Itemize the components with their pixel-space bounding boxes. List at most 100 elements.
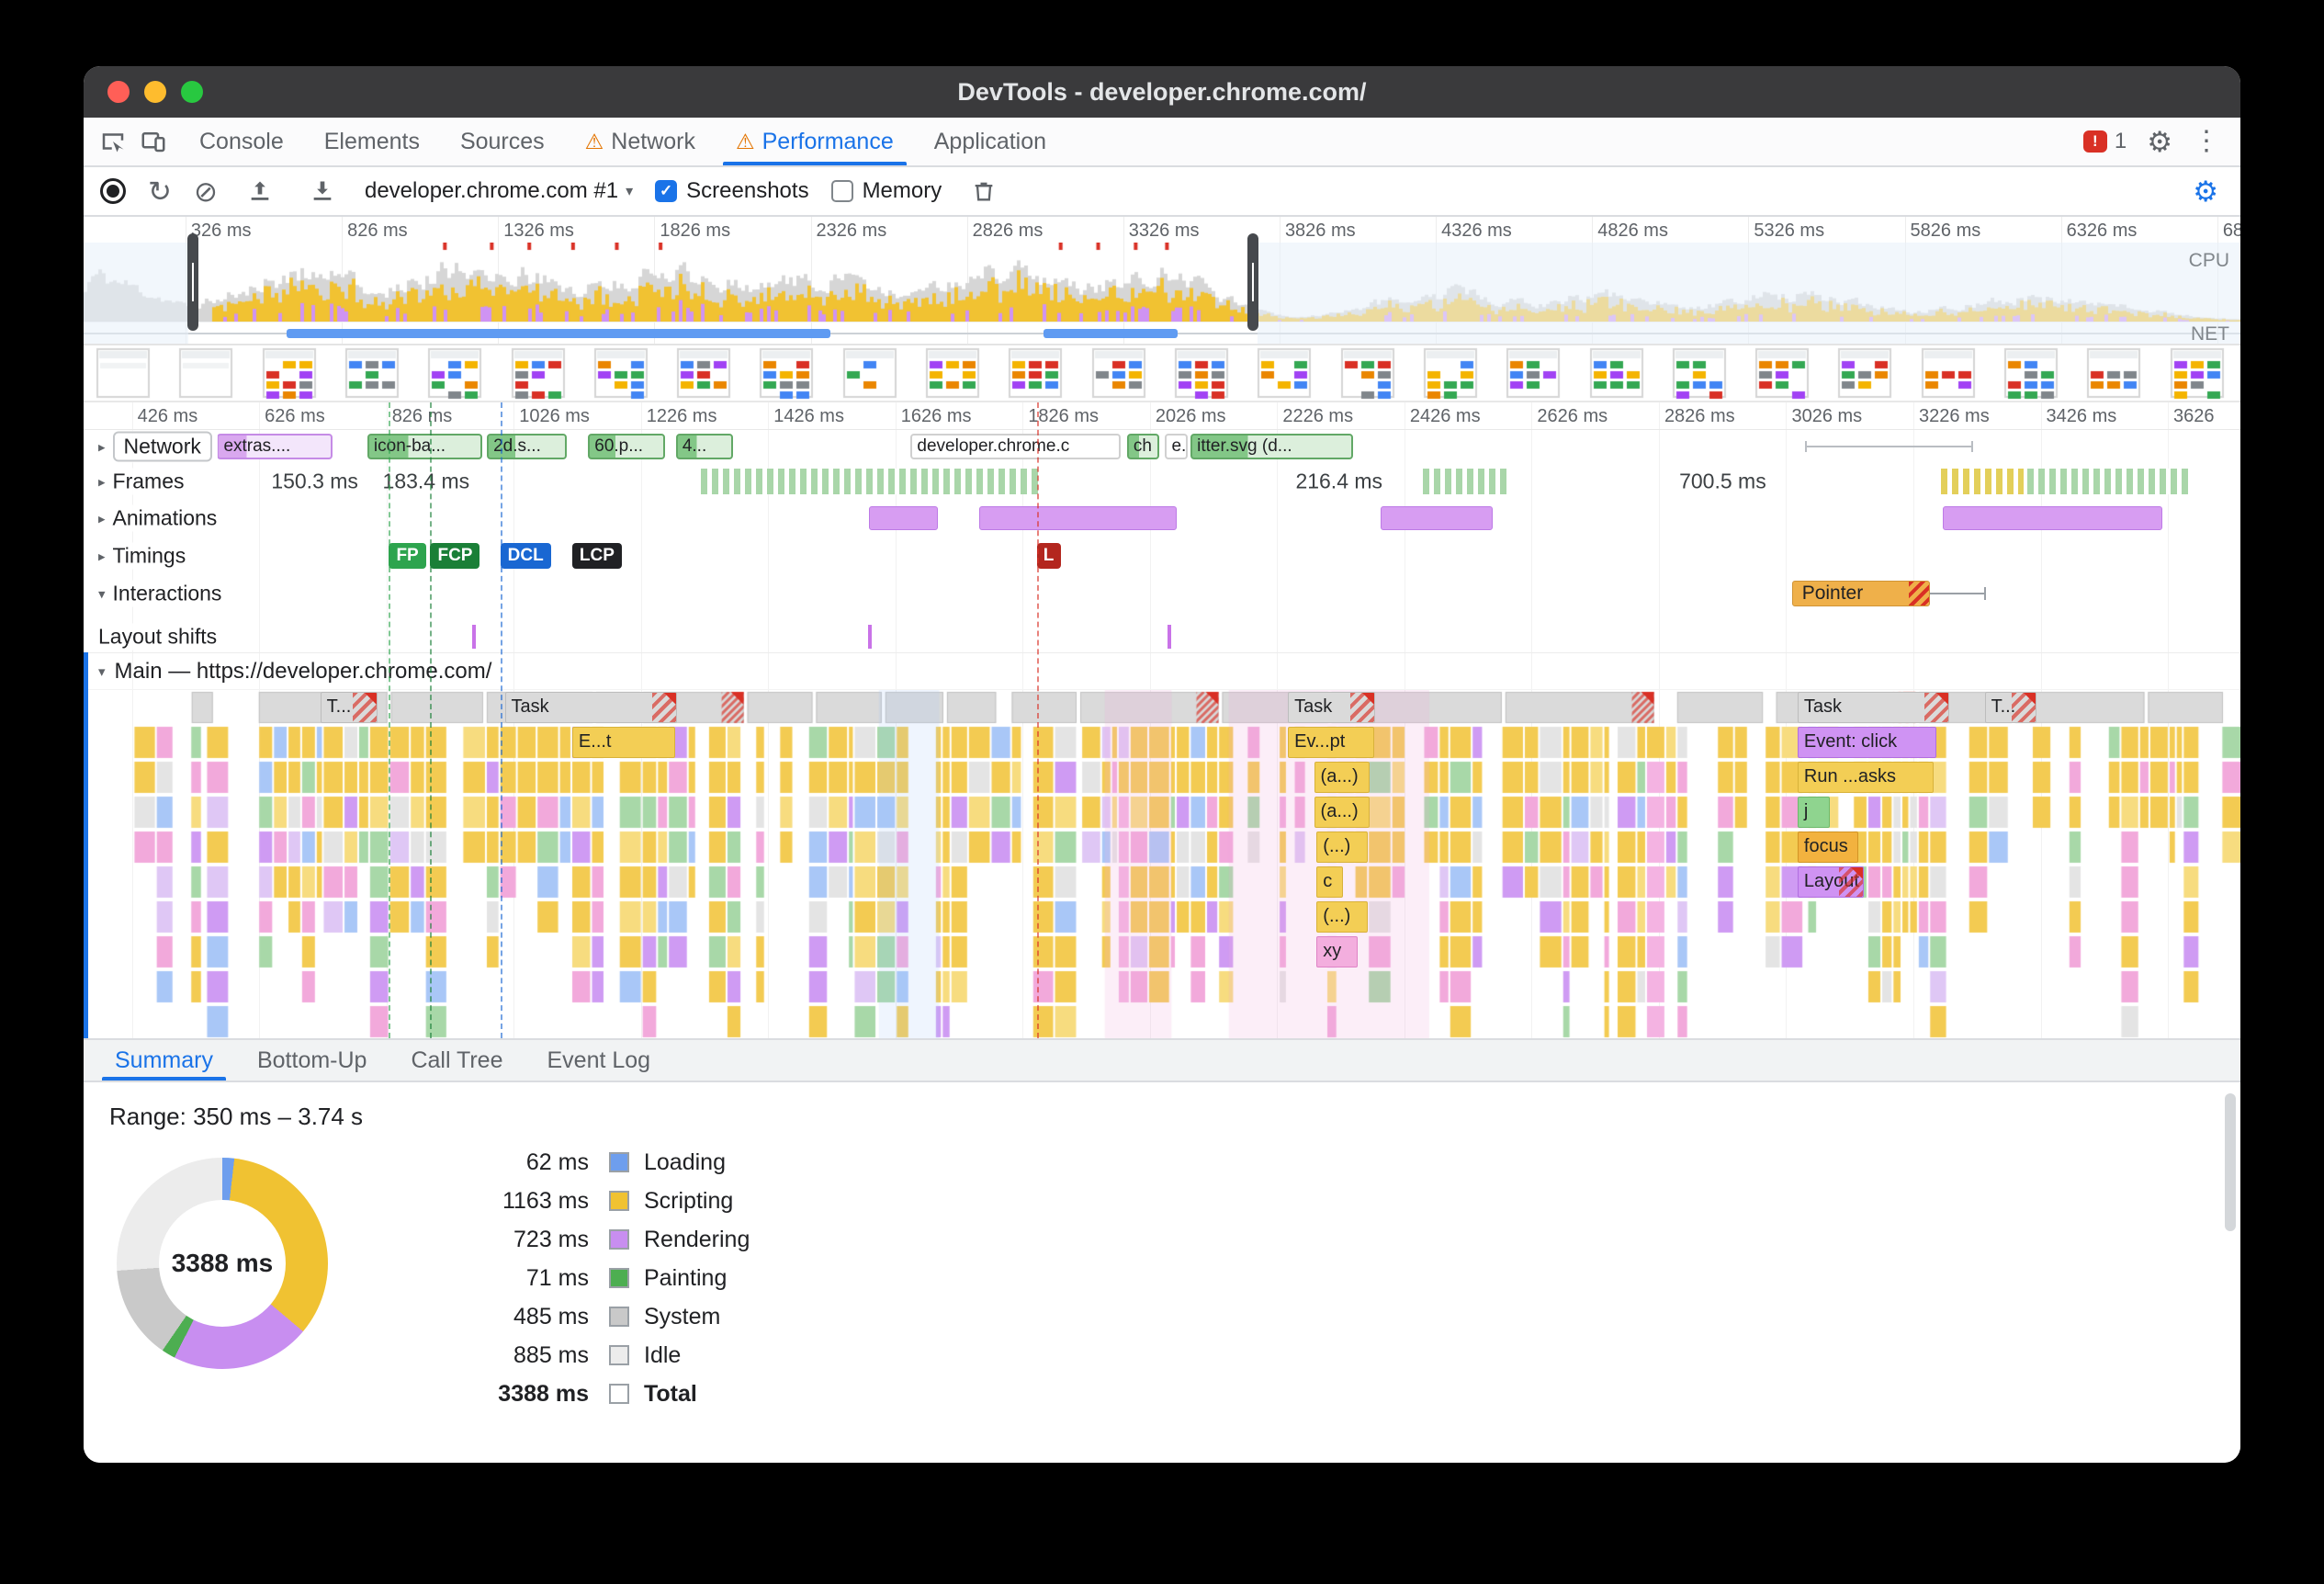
flame-entry[interactable]: Task <box>1288 692 1375 723</box>
flame-entry[interactable]: (a...) <box>1314 797 1371 828</box>
clear-recording-button[interactable]: ⊘ <box>194 177 218 206</box>
timings-track-name: Timings <box>112 543 186 568</box>
network-request[interactable]: icon-ba... <box>367 434 483 459</box>
timeline-tracks: 426 ms 626 ms 826 ms 1026 ms 1226 ms 1426 ms 1… <box>84 402 2240 1038</box>
frame-block[interactable] <box>700 469 1042 494</box>
load-profile-icon[interactable] <box>240 173 280 209</box>
flame-entry[interactable]: j <box>1797 797 1830 828</box>
timing-badge-fcp[interactable]: FCP <box>430 543 480 569</box>
flame-entry[interactable]: Ev...pt <box>1288 727 1374 758</box>
flame-entry[interactable]: E...t <box>571 727 676 758</box>
flame-entry-label: xy <box>1323 941 1342 961</box>
flame-entry[interactable]: Run ...asks <box>1797 762 1935 793</box>
window-title: DevTools - developer.chrome.com/ <box>957 77 1367 106</box>
layout-shift-tick[interactable] <box>868 625 872 649</box>
main-flame-chart[interactable]: T... Task E...t Task Ev...pt (a...) (a...) (...… <box>84 689 2240 1038</box>
frame-block[interactable] <box>2026 469 2190 494</box>
network-request[interactable]: 60.p... <box>588 434 666 459</box>
flame-entry[interactable]: Event: click <box>1797 727 1936 758</box>
network-request[interactable]: e... <box>1165 434 1188 459</box>
flame-entry[interactable]: T... <box>1984 692 2037 723</box>
tab-sources[interactable]: Sources <box>440 118 565 165</box>
interaction-pointer[interactable]: Pointer <box>1791 581 1930 606</box>
timings-track-label[interactable]: ▸ Timings <box>93 542 192 570</box>
collect-garbage-icon[interactable] <box>964 173 1004 209</box>
chevron-right-icon: ▸ <box>98 439 106 455</box>
record-button[interactable] <box>100 178 126 204</box>
flame-entry[interactable]: Task <box>504 692 677 723</box>
animation-bar[interactable] <box>1380 506 1494 530</box>
device-toolbar-icon[interactable] <box>133 123 174 160</box>
warning-icon: ⚠ <box>584 129 604 153</box>
flame-entry[interactable]: T... <box>320 692 378 723</box>
tab-bottom-up[interactable]: Bottom-Up <box>235 1040 389 1081</box>
tab-elements[interactable]: Elements <box>304 118 440 165</box>
frame-block[interactable] <box>1422 469 1509 494</box>
network-request[interactable]: ch <box>1126 434 1159 459</box>
layout-shifts-track-label[interactable]: Layout shifts <box>93 623 223 651</box>
animation-bar[interactable] <box>869 506 938 530</box>
interactions-track-label[interactable]: ▾ Interactions <box>93 580 228 607</box>
network-request[interactable]: 2d.s... <box>487 434 568 459</box>
tab-network[interactable]: ⚠ Network <box>565 118 716 165</box>
flame-entry[interactable]: (...) <box>1316 832 1368 863</box>
error-count-badge[interactable]: ! 1 <box>2082 129 2127 154</box>
tab-call-tree[interactable]: Call Tree <box>389 1040 525 1081</box>
legend-swatch <box>609 1384 629 1404</box>
tab-summary[interactable]: Summary <box>93 1040 235 1081</box>
inspect-element-icon[interactable] <box>93 123 133 160</box>
animation-bar[interactable] <box>979 506 1177 530</box>
profile-select[interactable]: developer.chrome.com #1 ▾ <box>365 178 633 204</box>
flame-entry[interactable]: (...) <box>1316 901 1368 933</box>
flame-entry[interactable]: c <box>1316 866 1344 898</box>
timing-badge-lcp[interactable]: LCP <box>571 543 622 569</box>
tab-performance[interactable]: ⚠ Performance <box>716 118 914 165</box>
flame-entry-label: c <box>1323 871 1333 891</box>
ruler-label: 1426 ms <box>773 406 844 426</box>
timing-badge-dcl[interactable]: DCL <box>500 543 551 569</box>
flame-entry[interactable]: Layout <box>1797 866 1864 898</box>
legend-label: Scripting <box>644 1187 734 1214</box>
screenshot-filmstrip[interactable] <box>84 345 2240 402</box>
network-request[interactable]: extras.... <box>217 434 333 459</box>
timing-badge-fp[interactable]: FP <box>389 543 426 569</box>
selection-handle-left[interactable] <box>187 233 199 331</box>
flame-entry[interactable]: Task <box>1797 692 1949 723</box>
animations-track-label[interactable]: ▸ Animations <box>93 504 223 532</box>
zoom-button[interactable] <box>181 81 203 103</box>
flame-entry[interactable]: (a...) <box>1314 762 1371 793</box>
settings-icon[interactable]: ⚙ <box>2147 128 2172 156</box>
frame-block[interactable] <box>1941 469 2025 494</box>
tab-event-log[interactable]: Event Log <box>525 1040 673 1081</box>
flame-entry-label: Task <box>1294 696 1333 717</box>
network-request[interactable]: itter.svg (d... <box>1190 434 1353 459</box>
frames-track-label[interactable]: ▸ Frames <box>93 468 190 495</box>
save-profile-icon[interactable] <box>302 173 343 209</box>
legend-row: 723 ms Rendering <box>451 1220 750 1259</box>
more-options-icon[interactable]: ⋮ <box>2193 128 2220 155</box>
network-track-label[interactable]: ▸ Network <box>93 430 218 463</box>
flame-entry[interactable]: xy <box>1316 936 1358 967</box>
devtools-window: DevTools - developer.chrome.com/ Console… <box>84 66 2240 1463</box>
flame-entry-label: T... <box>326 696 352 717</box>
layout-shift-tick[interactable] <box>471 625 476 649</box>
reload-and-record-button[interactable]: ↻ <box>148 177 172 206</box>
timeline-overview[interactable]: 326 ms 826 ms 1326 ms 1826 ms 2326 ms 2826 ms… <box>84 217 2240 345</box>
animation-bar[interactable] <box>1942 506 2162 530</box>
close-button[interactable] <box>107 81 130 103</box>
selection-handle-right[interactable] <box>1247 233 1258 331</box>
screenshots-checkbox[interactable]: ✓ Screenshots <box>655 178 809 204</box>
tab-console[interactable]: Console <box>179 118 304 165</box>
network-request[interactable]: developer.chrome.c <box>910 434 1121 459</box>
interactions-track: ▾ Interactions Pointer <box>84 575 2240 612</box>
minimize-button[interactable] <box>144 81 166 103</box>
flame-entry[interactable]: focus <box>1797 832 1859 863</box>
tab-application[interactable]: Application <box>914 118 1066 165</box>
layout-shift-tick[interactable] <box>1167 625 1171 649</box>
memory-checkbox[interactable]: Memory <box>830 178 942 204</box>
main-track-header[interactable]: ▾ Main — https://developer.chrome.com/ <box>84 652 2240 689</box>
capture-settings-icon[interactable]: ⚙ <box>2193 177 2224 206</box>
network-request[interactable]: 4... <box>675 434 734 459</box>
scrollbar[interactable] <box>2225 1093 2236 1231</box>
lcp-marker[interactable]: L <box>1036 543 1061 569</box>
